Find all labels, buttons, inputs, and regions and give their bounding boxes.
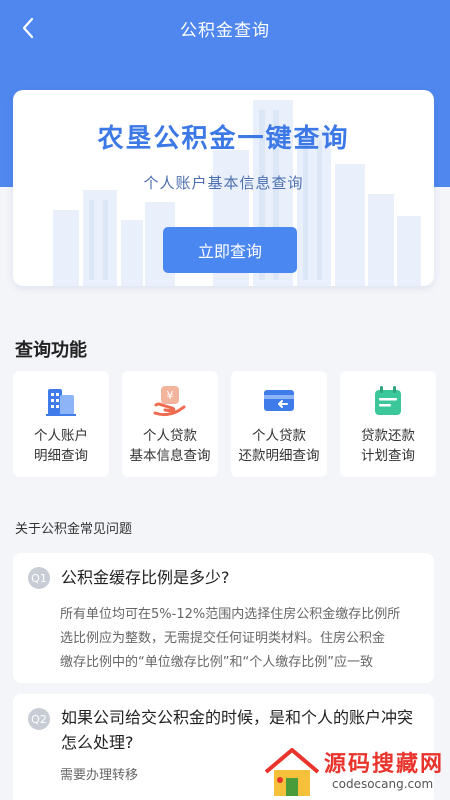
card-refund-icon <box>264 390 294 411</box>
chevron-left-icon <box>22 17 34 39</box>
house-logo-icon <box>264 748 320 796</box>
hero-title: 农垦公积金一键查询 <box>97 124 350 154</box>
function-label-line2: 明细查询 <box>34 448 88 464</box>
building-icon <box>46 389 76 416</box>
question-badge: Q1 <box>28 567 50 589</box>
question-badge: Q2 <box>28 708 50 730</box>
function-label-line2: 计划查询 <box>361 448 415 464</box>
faq-question: 公积金缓存比例是多少? <box>61 568 230 587</box>
hero-subtitle: 个人账户基本信息查询 <box>143 174 304 192</box>
query-now-button[interactable]: 立即查询 <box>163 227 297 273</box>
function-label-line2: 基本信息查询 <box>129 448 211 464</box>
faq-answer-line: 选比例应为整数，无需提交任何证明类材料。住房公积金 <box>60 631 386 646</box>
function-label: 贷款还款 计划查询 <box>340 426 436 466</box>
function-label-line1: 个人账户 <box>34 428 88 444</box>
watermark: 源码搜藏网 codesocang.com <box>262 744 450 800</box>
page-title: 公积金查询 <box>180 20 270 41</box>
loan-yen-icon: ¥ <box>153 386 186 417</box>
calendar-icon <box>375 386 401 415</box>
function-grid: 个人账户 明细查询 ¥ 个人贷款 基本信息查询 个人贷款 还款明细查询 贷款还款… <box>13 371 437 477</box>
watermark-text: 源码搜藏网 <box>324 752 445 777</box>
watermark-subtext: codesocang.com <box>332 777 434 791</box>
function-label-line1: 个人贷款 <box>143 428 197 444</box>
function-loan-repayment-details[interactable]: 个人贷款 还款明细查询 <box>231 371 327 477</box>
navigation-bar: 公积金查询 <box>0 0 450 56</box>
function-label: 个人账户 明细查询 <box>13 426 109 466</box>
faq-heading: 关于公积金常见问题 <box>15 522 133 537</box>
svg-text:¥: ¥ <box>167 389 174 402</box>
function-label: 个人贷款 基本信息查询 <box>122 426 218 466</box>
faq-question-line: 如果公司给交公积金的时候，是和个人的账户冲突 <box>61 708 414 727</box>
section-title-query-functions: 查询功能 <box>15 340 87 361</box>
faq-answer: 所有单位均可在5%-12%范围内选择住房公积金缴存比例所 选比例应为整数，无需提… <box>60 603 422 675</box>
faq-answer-line: 缴存比例中的“单位缴存比例”和“个人缴存比例”应一致 <box>60 655 373 670</box>
function-label-line1: 贷款还款 <box>361 428 415 444</box>
function-label-line2: 还款明细查询 <box>238 448 320 464</box>
function-label: 个人贷款 还款明细查询 <box>231 426 327 466</box>
back-button[interactable] <box>12 12 44 44</box>
faq-answer-line: 所有单位均可在5%-12%范围内选择住房公积金缴存比例所 <box>60 607 401 622</box>
faq-item[interactable]: Q1 公积金缓存比例是多少? 所有单位均可在5%-12%范围内选择住房公积金缴存… <box>13 553 434 683</box>
hero-card: 农垦公积金一键查询 个人账户基本信息查询 立即查询 <box>13 90 434 286</box>
function-loan-basic-info[interactable]: ¥ 个人贷款 基本信息查询 <box>122 371 218 477</box>
function-repayment-plan[interactable]: 贷款还款 计划查询 <box>340 371 436 477</box>
function-account-details[interactable]: 个人账户 明细查询 <box>13 371 109 477</box>
function-label-line1: 个人贷款 <box>252 428 306 444</box>
